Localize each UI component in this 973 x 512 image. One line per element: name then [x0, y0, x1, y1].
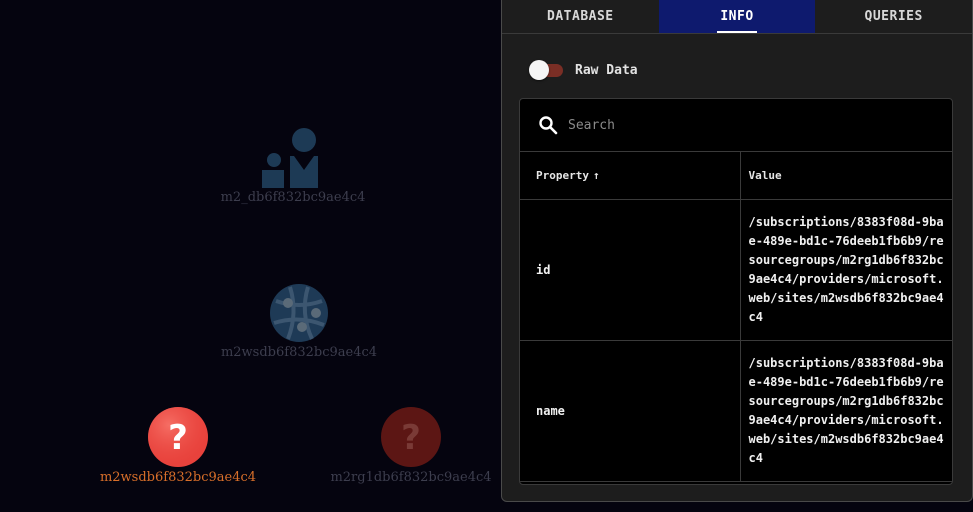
- svg-text:?: ?: [401, 418, 421, 458]
- graph-node-resource-group[interactable]: ? m2rg1db6f832bc9ae4c4: [330, 406, 492, 485]
- search-icon: [539, 116, 558, 135]
- node-label: m2wsdb6f832bc9ae4c4: [220, 345, 378, 360]
- table-row: name /subscriptions/8383f08d-9bae-489e-b…: [520, 340, 952, 482]
- raw-data-label: Raw Data: [575, 62, 638, 78]
- node-label: m2_db6f832bc9ae4c4: [220, 190, 366, 205]
- value-cell: /subscriptions/8383f08d-9bae-489e-bd1c-7…: [740, 340, 952, 482]
- search-bar: [520, 99, 952, 152]
- node-label: m2wsdb6f832bc9ae4c4: [99, 470, 257, 485]
- table-row: id /subscriptions/8383f08d-9bae-489e-bd1…: [520, 199, 952, 341]
- search-input[interactable]: [566, 116, 900, 134]
- question-icon: ?: [148, 407, 208, 467]
- properties-table-container: Property↑ Value id /subscriptions/8383f0…: [519, 98, 953, 485]
- tab-database[interactable]: DATABASE: [502, 0, 659, 33]
- svg-text:?: ?: [168, 418, 188, 458]
- graph-node-selected[interactable]: ? m2wsdb6f832bc9ae4c4: [99, 406, 257, 485]
- tab-queries[interactable]: QUERIES: [815, 0, 972, 33]
- toggle-knob: [529, 60, 549, 80]
- property-cell: name: [520, 340, 741, 482]
- column-header-value[interactable]: Value: [740, 152, 952, 200]
- details-panel: DATABASE INFO QUERIES Raw Data Property↑…: [501, 0, 973, 502]
- raw-data-toggle-row: Raw Data: [529, 60, 638, 80]
- web-app-icon: [270, 284, 328, 342]
- raw-data-toggle[interactable]: [529, 60, 564, 80]
- table-header-row: Property ↑ Value: [520, 152, 952, 200]
- panel-tabs: DATABASE INFO QUERIES: [502, 0, 972, 34]
- column-label: Property: [536, 169, 589, 182]
- sort-arrow-icon: ↑: [592, 169, 600, 182]
- properties-table: Property ↑ Value id /subscriptions/8383f0…: [520, 152, 952, 482]
- column-header-property[interactable]: Property ↑: [520, 152, 741, 200]
- graph-node-web-app[interactable]: m2wsdb6f832bc9ae4c4: [220, 283, 378, 360]
- users-icon: [262, 128, 318, 188]
- question-icon: ?: [381, 407, 441, 467]
- graph-node-users[interactable]: m2_db6f832bc9ae4c4: [220, 128, 366, 205]
- tab-info[interactable]: INFO: [658, 0, 816, 33]
- value-cell: /subscriptions/8383f08d-9bae-489e-bd1c-7…: [740, 199, 952, 341]
- node-label: m2rg1db6f832bc9ae4c4: [330, 470, 492, 485]
- property-cell: id: [520, 199, 741, 341]
- graph-canvas[interactable]: m2_db6f832bc9ae4c4 m2wsdb6f832bc9ae4c4 ?…: [0, 0, 500, 512]
